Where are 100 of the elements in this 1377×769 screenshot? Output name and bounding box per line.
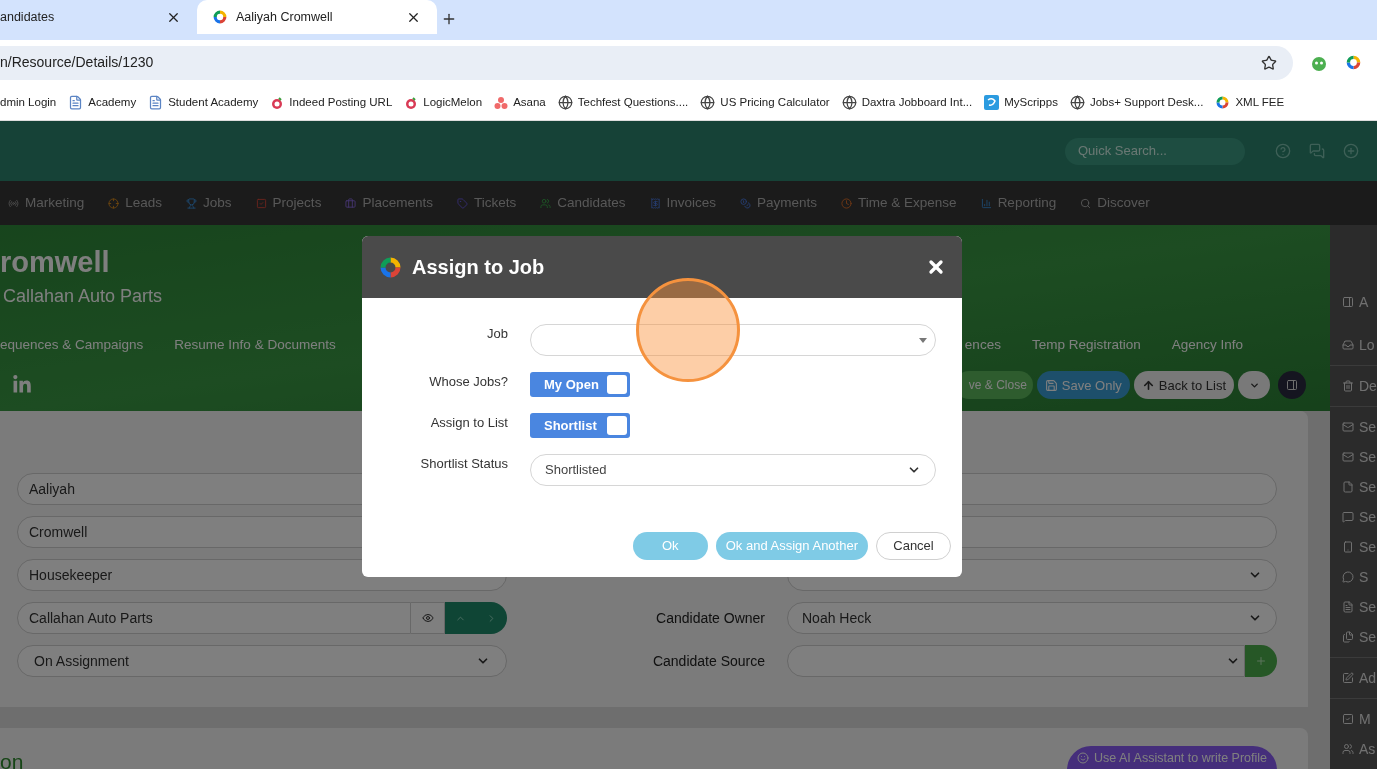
sidebar-item[interactable]: Se — [1330, 532, 1377, 562]
users-icon — [540, 197, 552, 209]
signal-icon — [8, 197, 19, 209]
add-icon[interactable] — [1343, 143, 1359, 159]
select-field[interactable] — [787, 645, 1245, 677]
next-button[interactable] — [475, 602, 507, 634]
select-field[interactable]: Shortlisted — [530, 454, 936, 486]
candidate-company: Callahan Auto Parts — [3, 285, 163, 308]
sidebar-item[interactable]: Ad — [1330, 663, 1377, 693]
quick-search-field[interactable]: Quick Search... — [1065, 137, 1245, 165]
sidebar-item[interactable]: Se — [1330, 442, 1377, 472]
sidebar-item[interactable]: M — [1330, 704, 1377, 734]
smile-icon — [1077, 752, 1089, 764]
sidebar-item[interactable]: As — [1330, 734, 1377, 764]
toggle-switch[interactable]: Shortlist — [530, 413, 630, 438]
profile-tab[interactable]: ences — [964, 335, 1001, 356]
sidebar-item[interactable]: De — [1330, 371, 1377, 401]
eye-icon — [421, 612, 434, 624]
nav-item[interactable]: Invoices — [649, 192, 717, 214]
profile-tab[interactable]: Temp Registration — [1031, 335, 1141, 356]
dialog-title: Assign to Job — [412, 255, 545, 280]
browser-tab[interactable]: andidates — [0, 0, 197, 34]
view-button[interactable] — [411, 602, 445, 634]
sidebar-item[interactable]: Se — [1330, 622, 1377, 652]
panel-icon — [1342, 296, 1354, 308]
new-tab-icon[interactable] — [441, 11, 457, 27]
text-field[interactable]: Callahan Auto Parts — [17, 602, 411, 634]
briefcase-icon — [345, 197, 357, 209]
nav-item[interactable]: Time & Expense — [841, 192, 957, 214]
select-field[interactable]: Noah Heck — [787, 602, 1277, 634]
sidebar-item[interactable]: Se — [1330, 472, 1377, 502]
nav-item[interactable]: Discover — [1080, 192, 1150, 214]
bookmark[interactable]: Asana — [494, 93, 546, 112]
nav-item[interactable]: Projects — [255, 192, 322, 214]
clock-icon — [841, 197, 853, 209]
scripps-icon — [984, 95, 1000, 110]
dialog-button[interactable]: Cancel — [876, 532, 951, 560]
bookmark[interactable]: Indeed Posting URL — [270, 93, 393, 112]
sidebar-item[interactable]: S — [1330, 562, 1377, 592]
bookmark[interactable]: dmin Login — [0, 93, 57, 112]
bookmark[interactable]: Techfest Questions.... — [557, 93, 689, 112]
address-bar[interactable]: n/Resource/Details/1230 — [0, 45, 1293, 80]
receipt-icon — [649, 197, 661, 209]
save-button[interactable]: Save Only — [1036, 371, 1130, 400]
chat-icon[interactable] — [1309, 143, 1325, 159]
sidebar-item[interactable]: A — [1330, 287, 1377, 317]
document-icon — [1342, 601, 1354, 613]
melon-icon — [270, 95, 285, 110]
profile-tab[interactable]: equences & Campaigns — [0, 335, 144, 356]
bookmark[interactable]: LogicMelon — [404, 93, 483, 112]
arrow-up-icon — [1141, 378, 1155, 392]
sidebar-item[interactable]: Se — [1330, 412, 1377, 442]
nav-item[interactable]: Placements — [345, 192, 433, 214]
ai-assistant-button[interactable]: Use AI Assistant to write Profile — [1067, 746, 1277, 769]
bookmark[interactable]: Student Academy — [148, 93, 259, 112]
bookmark[interactable]: US Pricing Calculator — [700, 93, 830, 112]
field-label: Whose Jobs? — [428, 373, 508, 391]
sidebar-item[interactable]: Se — [1330, 592, 1377, 622]
extension-logo-icon — [1345, 54, 1362, 71]
globe-icon — [841, 95, 857, 110]
add-button[interactable] — [1245, 645, 1277, 677]
star-icon[interactable] — [1261, 54, 1277, 71]
nav-item[interactable]: Tickets — [456, 192, 517, 214]
nav-item[interactable]: Leads — [108, 192, 163, 214]
nav-item[interactable]: Reporting — [980, 192, 1057, 214]
panel-button[interactable] — [1278, 371, 1306, 400]
back-button[interactable]: Back to List — [1133, 371, 1234, 400]
toggle-switch[interactable]: My Open — [530, 372, 630, 397]
sidebar-item[interactable]: Lo — [1330, 330, 1377, 360]
file-icon — [1342, 481, 1354, 493]
nav-item[interactable]: Payments — [740, 192, 818, 214]
nav-item[interactable]: Marketing — [8, 192, 85, 214]
chart-icon — [980, 197, 992, 209]
browser-tab[interactable]: Aaliyah Cromwell — [197, 0, 437, 34]
document-icon — [148, 95, 164, 110]
logo-icon — [1215, 95, 1231, 110]
bookmark[interactable]: MyScripps — [984, 93, 1058, 112]
tag-icon — [456, 197, 468, 209]
field-label: Assign to List — [429, 414, 508, 432]
melon-icon — [404, 95, 419, 110]
select-field[interactable]: On Assignment — [17, 645, 507, 677]
nav-item[interactable]: Jobs — [186, 192, 232, 214]
sidebar-item[interactable]: Se — [1330, 502, 1377, 532]
profile-tab[interactable]: Resume Info & Documents — [174, 335, 336, 356]
document-icon — [68, 95, 84, 110]
nav-item[interactable]: Candidates — [540, 192, 626, 214]
profile-tab[interactable]: Agency Info — [1171, 335, 1243, 356]
linkedin-icon[interactable] — [12, 375, 32, 396]
bookmark[interactable]: Academy — [68, 93, 137, 112]
more-button[interactable] — [1238, 371, 1270, 400]
plus-icon — [1255, 655, 1267, 667]
close-icon[interactable] — [926, 257, 946, 277]
checkbox-icon — [255, 197, 267, 209]
checkbox-icon — [1342, 713, 1354, 725]
job-select[interactable] — [530, 324, 936, 356]
bookmark[interactable]: Jobs+ Support Desk... — [1069, 93, 1204, 112]
bookmark[interactable]: XML FEE — [1215, 93, 1285, 112]
help-icon[interactable] — [1275, 143, 1291, 159]
field-label: Candidate Owner — [656, 608, 765, 628]
bookmark[interactable]: Daxtra Jobboard Int... — [841, 93, 973, 112]
